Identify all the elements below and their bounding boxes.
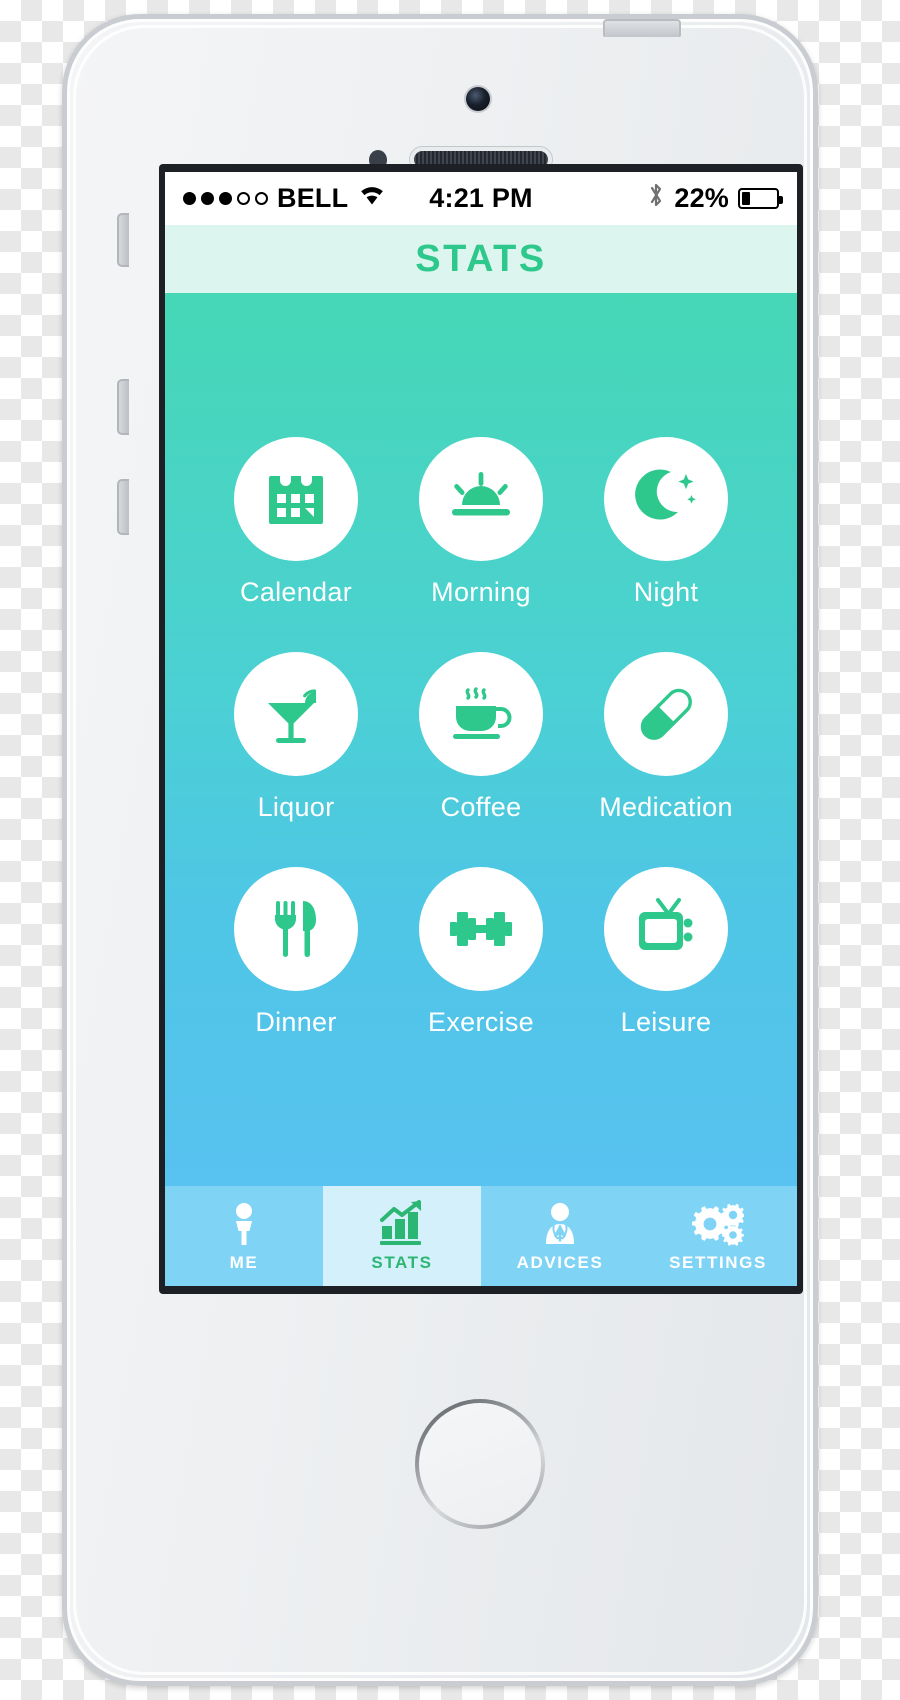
screen-bezel: BELL 4:21 PM 22% STATS Calendar Morning … bbox=[159, 164, 803, 1294]
status-bar-right: 22% bbox=[533, 181, 784, 216]
battery-icon bbox=[738, 188, 784, 209]
grid-item-liquor[interactable]: Liquor bbox=[211, 652, 381, 823]
tab-me[interactable]: ME bbox=[165, 1186, 323, 1286]
power-button[interactable] bbox=[603, 19, 681, 37]
doctor-icon bbox=[538, 1200, 582, 1246]
carrier-label: BELL bbox=[277, 183, 349, 213]
signal-dot bbox=[237, 192, 250, 205]
stats-grid: Calendar Morning Night Liquor Coffee Med… bbox=[165, 293, 797, 1186]
fork-knife-icon bbox=[234, 867, 358, 991]
grid-item-morning[interactable]: Morning bbox=[396, 437, 566, 608]
tab-stats[interactable]: STATS bbox=[323, 1186, 481, 1286]
pill-capsule-icon bbox=[604, 652, 728, 776]
grid-item-label: Dinner bbox=[255, 1007, 337, 1037]
coffee-cup-icon bbox=[419, 652, 543, 776]
bar-chart-icon bbox=[377, 1199, 427, 1246]
grid-item-label: Medication bbox=[599, 792, 733, 822]
tab-advices[interactable]: ADVICES bbox=[481, 1186, 639, 1286]
grid-row: Calendar Morning Night bbox=[205, 417, 757, 628]
signal-strength-icon bbox=[183, 192, 268, 205]
grid-item-label: Leisure bbox=[620, 1007, 712, 1037]
television-icon bbox=[604, 867, 728, 991]
grid-item-label: Morning bbox=[431, 577, 531, 607]
grid-item-calendar[interactable]: Calendar bbox=[211, 437, 381, 608]
grid-item-label: Calendar bbox=[240, 577, 352, 607]
grid-item-medication[interactable]: Medication bbox=[581, 652, 751, 823]
wifi-icon bbox=[357, 183, 387, 214]
grid-item-label: Exercise bbox=[428, 1007, 534, 1037]
tab-label: STATS bbox=[371, 1252, 433, 1272]
bottom-tab-bar: ME STATS ADVICES SETTINGS bbox=[165, 1186, 797, 1286]
moon-stars-icon bbox=[604, 437, 728, 561]
status-bar-left: BELL bbox=[183, 183, 429, 214]
signal-dot bbox=[255, 192, 268, 205]
phone-device: BELL 4:21 PM 22% STATS Calendar Morning … bbox=[62, 14, 818, 1686]
signal-dot bbox=[201, 192, 214, 205]
grid-item-coffee[interactable]: Coffee bbox=[396, 652, 566, 823]
grid-row: Liquor Coffee Medication bbox=[205, 632, 757, 843]
grid-item-label: Coffee bbox=[440, 792, 522, 822]
gears-icon bbox=[692, 1200, 744, 1246]
person-icon bbox=[227, 1200, 261, 1246]
grid-item-leisure[interactable]: Leisure bbox=[581, 867, 751, 1038]
grid-item-label: Liquor bbox=[257, 792, 335, 822]
tab-settings[interactable]: SETTINGS bbox=[639, 1186, 797, 1286]
volume-down-button[interactable] bbox=[117, 479, 129, 535]
status-bar: BELL 4:21 PM 22% bbox=[165, 172, 797, 225]
sunrise-icon bbox=[419, 437, 543, 561]
grid-item-label: Night bbox=[633, 577, 699, 607]
tab-label: SETTINGS bbox=[669, 1252, 767, 1272]
cocktail-glass-icon bbox=[234, 652, 358, 776]
phone-screen: BELL 4:21 PM 22% STATS Calendar Morning … bbox=[165, 172, 797, 1286]
navigation-bar: STATS bbox=[165, 225, 797, 293]
tab-label: ADVICES bbox=[516, 1252, 604, 1272]
page-title: STATS bbox=[415, 237, 547, 280]
battery-percent-label: 22% bbox=[674, 183, 730, 213]
signal-dot bbox=[219, 192, 232, 205]
grid-item-exercise[interactable]: Exercise bbox=[396, 867, 566, 1038]
calendar-icon bbox=[234, 437, 358, 561]
front-camera-icon bbox=[466, 87, 490, 111]
signal-dot bbox=[183, 192, 196, 205]
tab-label: ME bbox=[229, 1252, 259, 1272]
clock-label: 4:21 PM bbox=[429, 183, 533, 213]
bluetooth-icon bbox=[647, 181, 665, 216]
grid-item-night[interactable]: Night bbox=[581, 437, 751, 608]
grid-item-dinner[interactable]: Dinner bbox=[211, 867, 381, 1038]
grid-row: Dinner Exercise Leisure bbox=[205, 847, 757, 1058]
dumbbell-icon bbox=[419, 867, 543, 991]
volume-up-button[interactable] bbox=[117, 379, 129, 435]
home-button[interactable] bbox=[415, 1399, 545, 1529]
silent-switch[interactable] bbox=[117, 213, 129, 267]
